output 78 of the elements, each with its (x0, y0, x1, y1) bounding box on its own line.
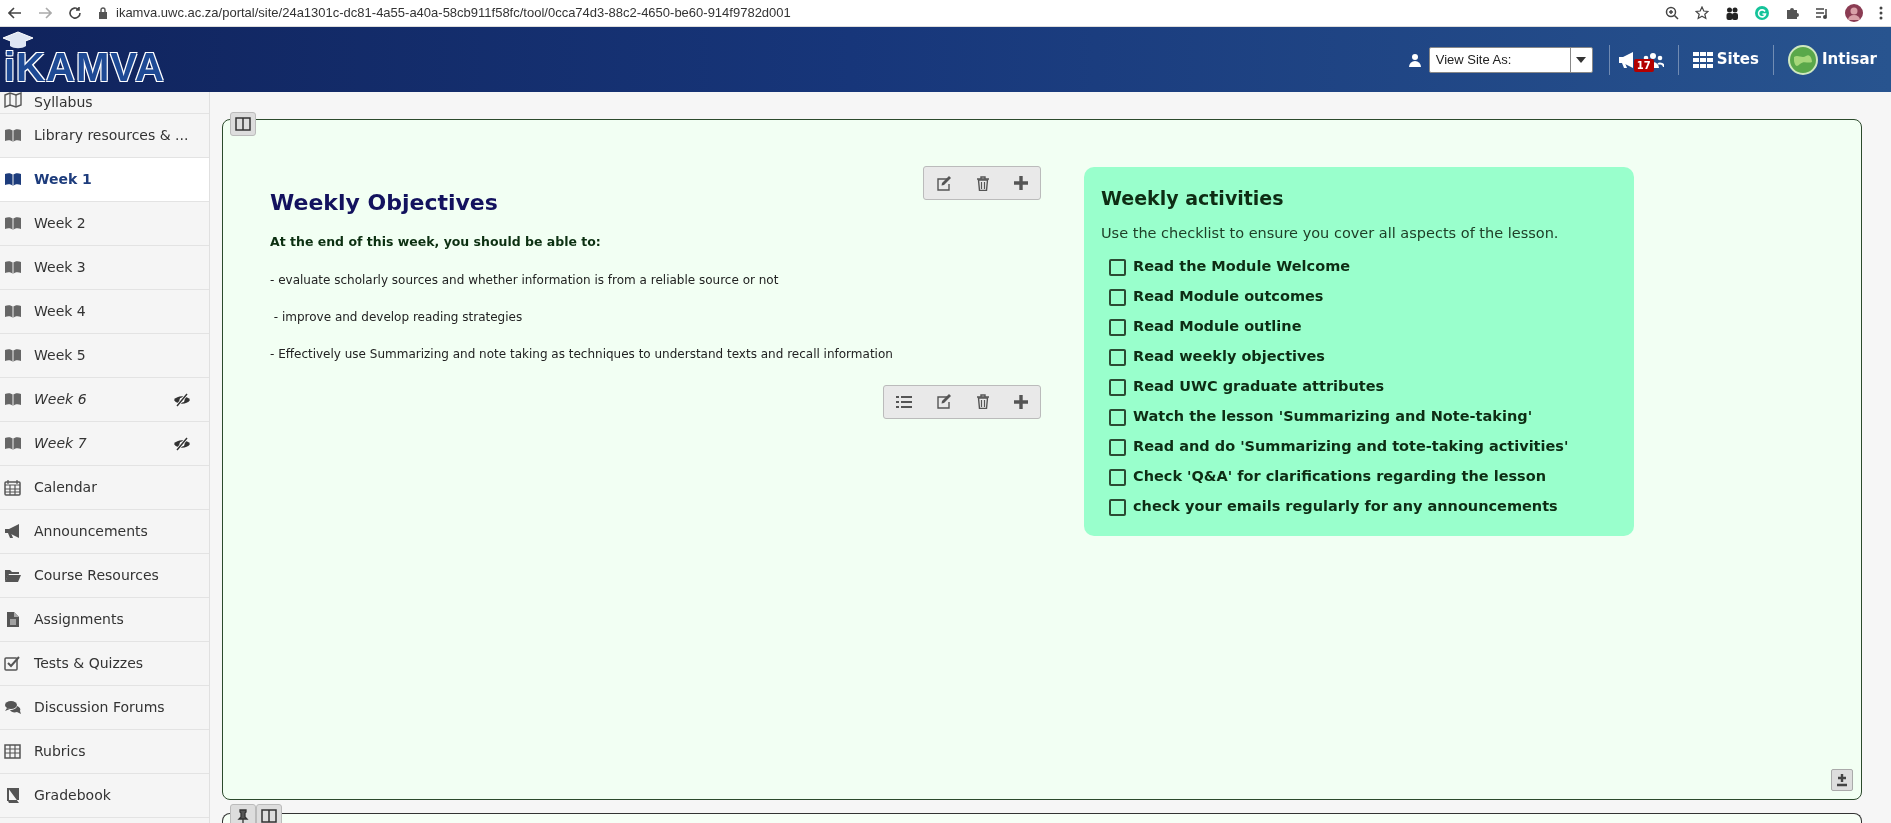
checklist-label: Read weekly objectives (1133, 347, 1325, 367)
user-menu[interactable]: Intisar (1781, 43, 1883, 76)
book-icon (4, 215, 22, 232)
lock-icon (98, 7, 108, 19)
book-icon (4, 259, 22, 276)
checklist-label: Read and do 'Summarizing and tote-taking activities' (1133, 437, 1569, 457)
book-icon (4, 347, 22, 364)
star-icon[interactable] (1695, 6, 1709, 20)
card-title: Weekly activities (1101, 186, 1285, 211)
checklist-label: Read Module outcomes (1133, 287, 1324, 307)
column-layout-button[interactable] (230, 112, 256, 136)
sidebar-item[interactable]: Syllabus (0, 92, 209, 114)
book-icon (4, 391, 22, 408)
objective-text: - improve and develop reading strategies (272, 308, 524, 326)
checkbox[interactable] (1109, 348, 1126, 366)
plus-icon[interactable] (1014, 394, 1028, 409)
list-icon[interactable] (896, 395, 912, 409)
checkbox[interactable] (1109, 468, 1126, 486)
trash-icon[interactable] (976, 175, 990, 191)
book-icon (4, 787, 22, 804)
checklist-label: check your emails regularly for any announcements (1133, 497, 1558, 517)
section-title: Weekly Objectives (270, 189, 499, 217)
notification-count: 17 (1633, 58, 1654, 72)
grid-icon (1692, 51, 1713, 68)
caret-icon (1576, 56, 1587, 63)
plus-minus-icon (1835, 773, 1849, 787)
objective-text: - evaluate scholarly sources and whether information is from a reliable source or not (270, 271, 780, 289)
pin-icon[interactable] (236, 809, 250, 823)
add-remove-button[interactable] (1831, 769, 1853, 791)
book-icon (4, 303, 22, 320)
folder-icon (4, 567, 22, 584)
checkbox[interactable] (1109, 258, 1126, 276)
eye-slash-icon (173, 392, 191, 407)
map-icon (4, 92, 22, 109)
graduation-cap-icon (2, 30, 34, 49)
columns-icon[interactable] (261, 809, 277, 823)
sites-link[interactable]: Sites (1686, 47, 1765, 72)
puzzle-icon[interactable] (1785, 6, 1799, 20)
checkbox[interactable] (1109, 438, 1126, 456)
checklist-label: Read Module outline (1133, 317, 1302, 337)
table-icon (4, 743, 22, 760)
trash-icon[interactable] (976, 394, 990, 410)
checkbox-icon (4, 655, 22, 672)
playlist-icon[interactable] (1815, 6, 1829, 20)
checkbox[interactable] (1109, 498, 1126, 516)
book-icon (4, 127, 22, 144)
menu-icon[interactable] (1879, 6, 1883, 20)
avatar-icon[interactable] (1845, 4, 1863, 22)
checkbox[interactable] (1109, 378, 1126, 396)
back-arrow-icon[interactable] (8, 6, 22, 20)
edit-icon[interactable] (936, 394, 952, 410)
checkbox[interactable] (1109, 288, 1126, 306)
zoom-icon[interactable] (1665, 6, 1679, 20)
view-site-as-dropdown[interactable]: View Site As: (1428, 46, 1593, 73)
calendar-icon (4, 479, 22, 496)
columns-icon (235, 117, 251, 131)
checklist-label: Check 'Q&A' for clarifications regarding the lesson (1133, 467, 1547, 487)
reload-icon[interactable] (68, 6, 82, 20)
book-icon (4, 171, 22, 188)
globe-avatar-icon (1787, 44, 1818, 75)
objectives-intro: At the end of this week, you should be able to: (270, 233, 602, 251)
sidebar-item[interactable]: Week 1 (0, 158, 209, 202)
megaphone-icon (4, 523, 22, 540)
edit-icon[interactable] (936, 175, 952, 191)
eye-slash-icon (173, 436, 191, 451)
checkbox[interactable] (1109, 408, 1126, 426)
checklist-label: Read UWC graduate attributes (1133, 377, 1385, 397)
checklist-label: Watch the lesson 'Summarizing and Note-taking' (1133, 407, 1533, 427)
user-lock-icon (1408, 52, 1421, 67)
book-icon (4, 435, 22, 452)
card-description: Use the checklist to ensure you cover all aspects of the lesson. (1101, 223, 1560, 243)
chat-icon (4, 699, 22, 716)
objective-text: - Effectively use Summarizing and note taking as techniques to understand texts and recall information (270, 345, 894, 363)
plus-icon[interactable] (1014, 176, 1028, 190)
checkbox[interactable] (1109, 318, 1126, 336)
people-icon[interactable] (1725, 6, 1739, 20)
document-icon (4, 611, 22, 628)
checklist-label: Read the Module Welcome (1133, 257, 1351, 277)
